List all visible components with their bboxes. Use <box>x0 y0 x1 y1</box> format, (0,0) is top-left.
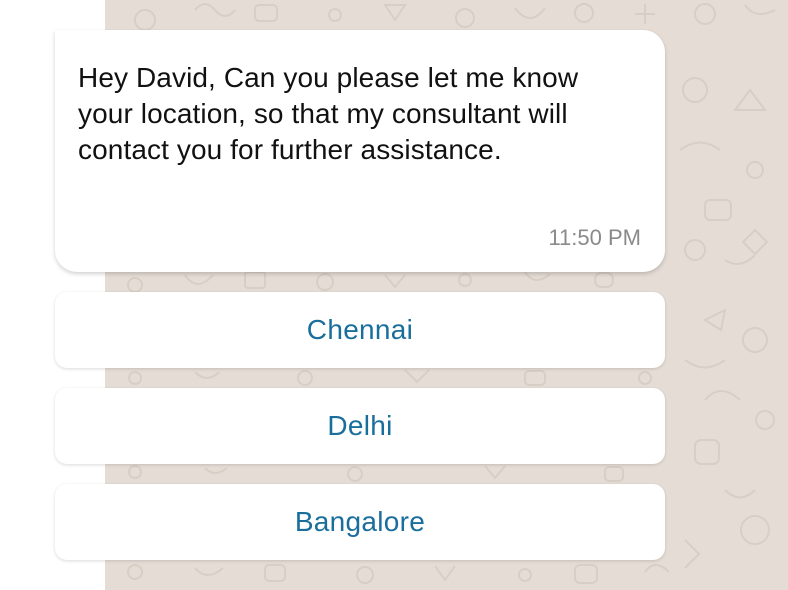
quick-reply-label: Chennai <box>306 314 414 345</box>
bubble-tail <box>35 30 57 52</box>
quick-reply-bangalore[interactable]: Bangalore <box>55 484 665 560</box>
quick-reply-chennai[interactable]: Chennai <box>55 292 665 368</box>
quick-reply-label: Delhi <box>327 410 393 441</box>
message-timestamp: 11:50 PM <box>548 225 641 250</box>
message-text: Hey David, Can you please let me know yo… <box>78 62 579 165</box>
quick-reply-delhi[interactable]: Delhi <box>55 388 665 464</box>
incoming-message-bubble: Hey David, Can you please let me know yo… <box>55 30 665 272</box>
quick-reply-label: Bangalore <box>294 506 426 537</box>
